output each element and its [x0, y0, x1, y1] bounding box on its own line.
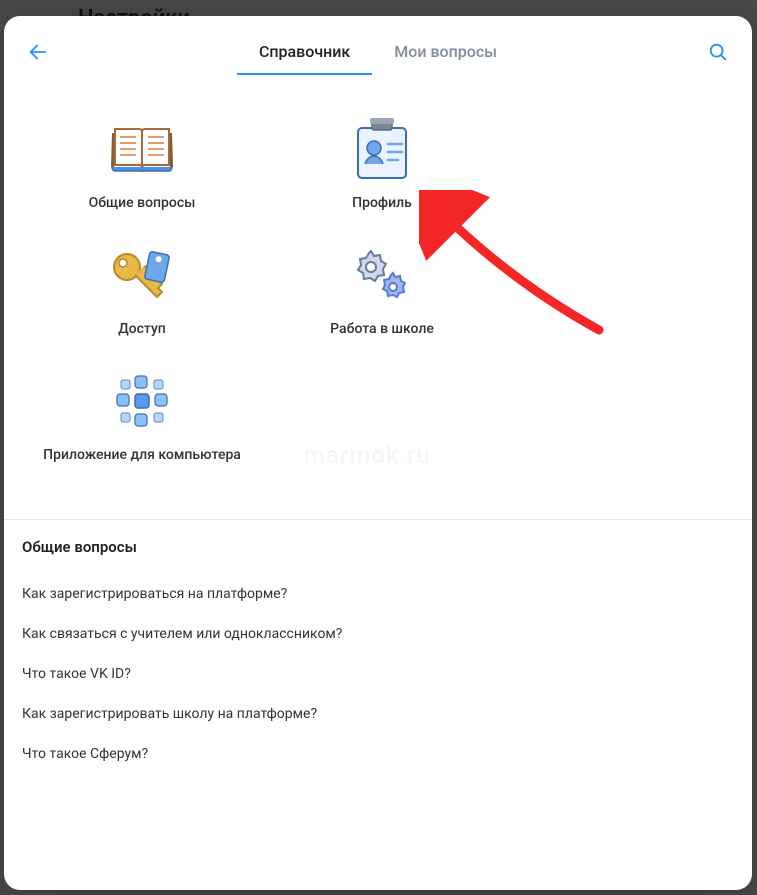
category-label: Общие вопросы: [89, 195, 196, 211]
category-access[interactable]: Доступ: [22, 239, 262, 337]
profile-card-icon: [346, 113, 418, 185]
question-link[interactable]: Как зарегистрировать школу на платформе?: [22, 694, 734, 734]
category-label: Доступ: [118, 321, 166, 337]
apps-icon: [106, 365, 178, 437]
help-modal: Справочник Мои вопросы Общие в: [4, 16, 752, 890]
back-button[interactable]: [20, 34, 56, 70]
search-button[interactable]: [700, 34, 736, 70]
search-icon: [707, 41, 729, 63]
questions-section: Общие вопросы Как зарегистрироваться на …: [4, 520, 752, 782]
category-general[interactable]: Общие вопросы: [22, 113, 262, 211]
book-icon: [106, 113, 178, 185]
category-label: Профиль: [352, 195, 412, 211]
question-link[interactable]: Что такое Сферум?: [22, 734, 734, 774]
modal-header: Справочник Мои вопросы: [4, 16, 752, 75]
question-link[interactable]: Как связаться с учителем или одноклассни…: [22, 614, 734, 654]
category-profile[interactable]: Профиль: [262, 113, 502, 211]
category-label: Приложение для компьютера: [43, 447, 241, 463]
tab-my-questions[interactable]: Мои вопросы: [372, 28, 519, 75]
question-link[interactable]: Что такое VK ID?: [22, 654, 734, 694]
tab-reference[interactable]: Справочник: [237, 28, 372, 75]
gears-icon: [346, 239, 418, 311]
arrow-left-icon: [27, 41, 49, 63]
question-link[interactable]: Как зарегистрироваться на платформе?: [22, 574, 734, 614]
category-desktop-app[interactable]: Приложение для компьютера: [22, 365, 262, 463]
key-icon: [106, 239, 178, 311]
category-grid: Общие вопросы Профиль: [4, 75, 752, 520]
section-title: Общие вопросы: [22, 538, 734, 556]
category-school[interactable]: Работа в школе: [262, 239, 502, 337]
category-label: Работа в школе: [330, 321, 434, 337]
tabs: Справочник Мои вопросы: [56, 28, 700, 75]
